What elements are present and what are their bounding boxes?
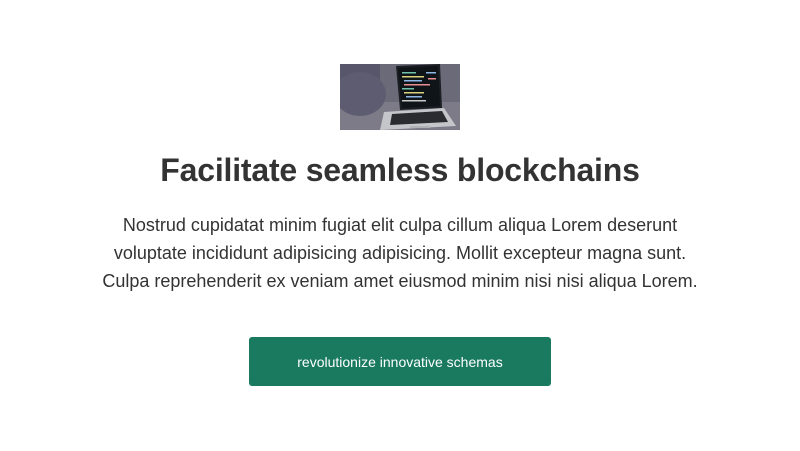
cta-button[interactable]: revolutionize innovative schemas — [249, 337, 551, 386]
laptop-code-photo — [340, 64, 460, 130]
hero-section: Facilitate seamless blockchains Nostrud … — [0, 0, 800, 451]
hero-description: Nostrud cupidatat minim fugiat elit culp… — [102, 215, 698, 291]
hero-title: Facilitate seamless blockchains — [160, 152, 640, 188]
